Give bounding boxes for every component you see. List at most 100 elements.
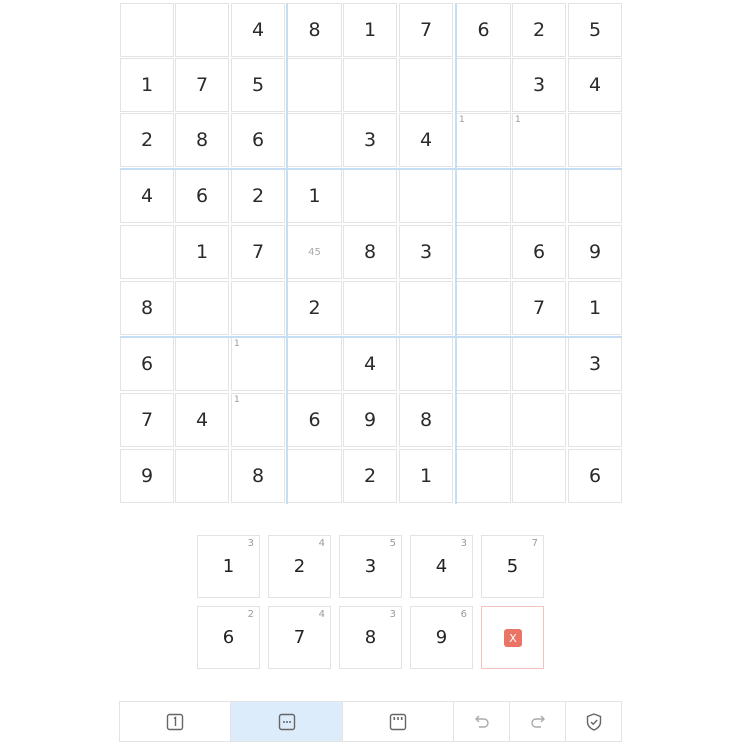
cell-value [176, 4, 228, 56]
board-cell-r7c6[interactable] [399, 337, 453, 391]
board-cell-r2c3[interactable]: 5 [231, 58, 285, 112]
board-cell-r8c8[interactable] [512, 393, 566, 447]
board-cell-r5c9[interactable]: 9 [568, 225, 622, 279]
board-cell-r7c1[interactable]: 6 [120, 337, 174, 391]
board-cell-r9c4[interactable] [287, 449, 342, 503]
board-cell-r7c3[interactable]: 1 [231, 337, 285, 391]
board-cell-r1c6[interactable]: 7 [399, 3, 453, 57]
board-cell-r8c3[interactable]: 1 [231, 393, 285, 447]
board-cell-r3c7[interactable]: 1 [456, 113, 511, 167]
board-cell-r3c9[interactable] [568, 113, 622, 167]
board-cell-r8c6[interactable]: 8 [399, 393, 453, 447]
board-cell-r3c1[interactable]: 2 [120, 113, 174, 167]
digit-key-8[interactable]: 83 [339, 606, 402, 669]
board-cell-r1c1[interactable] [120, 3, 174, 57]
board-cell-r9c5[interactable]: 2 [343, 449, 397, 503]
board-cell-r3c8[interactable]: 1 [512, 113, 566, 167]
board-cell-r1c8[interactable]: 2 [512, 3, 566, 57]
board-cell-r4c5[interactable] [343, 169, 397, 223]
redo-button[interactable] [510, 702, 566, 741]
board-cell-r2c7[interactable] [456, 58, 511, 112]
board-cell-r3c3[interactable]: 6 [231, 113, 285, 167]
board-cell-r7c5[interactable]: 4 [343, 337, 397, 391]
digit-key-4[interactable]: 43 [410, 535, 473, 598]
board-cell-r2c1[interactable]: 1 [120, 58, 174, 112]
board-cell-r5c5[interactable]: 8 [343, 225, 397, 279]
board-cell-r2c4[interactable] [287, 58, 342, 112]
board-cell-r6c2[interactable] [175, 281, 229, 335]
digit-key-6[interactable]: 62 [197, 606, 260, 669]
board-cell-r8c5[interactable]: 9 [343, 393, 397, 447]
corner-note-mode-button[interactable] [231, 702, 343, 741]
board-cell-r1c5[interactable]: 1 [343, 3, 397, 57]
board-cell-r5c6[interactable]: 3 [399, 225, 453, 279]
board-cell-r5c3[interactable]: 7 [231, 225, 285, 279]
board-cell-r1c3[interactable]: 4 [231, 3, 285, 57]
board-cell-r4c3[interactable]: 2 [231, 169, 285, 223]
board-cell-r2c2[interactable]: 7 [175, 58, 229, 112]
board-cell-r8c9[interactable] [568, 393, 622, 447]
board-cell-r6c8[interactable]: 7 [512, 281, 566, 335]
board-cell-r1c9[interactable]: 5 [568, 3, 622, 57]
board-cell-r9c3[interactable]: 8 [231, 449, 285, 503]
board-cell-r4c2[interactable]: 6 [175, 169, 229, 223]
board-cell-r9c6[interactable]: 1 [399, 449, 453, 503]
undo-button[interactable] [454, 702, 510, 741]
cell-value: 6 [308, 409, 321, 431]
board-cell-r3c2[interactable]: 8 [175, 113, 229, 167]
board-cell-r1c4[interactable]: 8 [287, 3, 342, 57]
check-button[interactable] [566, 702, 621, 741]
board-cell-r3c5[interactable]: 3 [343, 113, 397, 167]
board-cell-r6c3[interactable] [231, 281, 285, 335]
board-cell-r3c4[interactable] [287, 113, 342, 167]
board-cell-r9c9[interactable]: 6 [568, 449, 622, 503]
digit-key-5[interactable]: 57 [481, 535, 544, 598]
board-cell-r6c1[interactable]: 8 [120, 281, 174, 335]
erase-button[interactable]: X [481, 606, 544, 669]
board-cell-r6c6[interactable] [399, 281, 453, 335]
board-cell-r3c6[interactable]: 4 [399, 113, 453, 167]
digit-key-3[interactable]: 35 [339, 535, 402, 598]
board-cell-r6c9[interactable]: 1 [568, 281, 622, 335]
board-cell-r2c5[interactable] [343, 58, 397, 112]
board-cell-r8c7[interactable] [456, 393, 511, 447]
board-cell-r7c4[interactable] [287, 337, 342, 391]
board-cell-r7c2[interactable] [175, 337, 229, 391]
board-cell-r1c2[interactable] [175, 3, 229, 57]
board-cell-r8c2[interactable]: 4 [175, 393, 229, 447]
digit-key-1[interactable]: 13 [197, 535, 260, 598]
board-cell-r9c7[interactable] [456, 449, 511, 503]
digit-key-7[interactable]: 74 [268, 606, 331, 669]
board-cell-r7c7[interactable] [456, 337, 511, 391]
board-cell-r4c8[interactable] [512, 169, 566, 223]
board-cell-r9c2[interactable] [175, 449, 229, 503]
board-cell-r5c7[interactable] [456, 225, 511, 279]
center-note-mode-button[interactable] [343, 702, 454, 741]
board-cell-r2c9[interactable]: 4 [568, 58, 622, 112]
board-cell-r5c2[interactable]: 1 [175, 225, 229, 279]
board-cell-r8c4[interactable]: 6 [287, 393, 342, 447]
digit-key-9[interactable]: 96 [410, 606, 473, 669]
board-cell-r9c8[interactable] [512, 449, 566, 503]
board-cell-r9c1[interactable]: 9 [120, 449, 174, 503]
dots-box-icon [278, 713, 296, 731]
normal-mode-button[interactable] [120, 702, 231, 741]
board-cell-r4c9[interactable] [568, 169, 622, 223]
board-cell-r4c1[interactable]: 4 [120, 169, 174, 223]
board-cell-r7c9[interactable]: 3 [568, 337, 622, 391]
board-cell-r5c1[interactable] [120, 225, 174, 279]
board-cell-r2c8[interactable]: 3 [512, 58, 566, 112]
board-cell-r4c6[interactable] [399, 169, 453, 223]
board-cell-r5c8[interactable]: 6 [512, 225, 566, 279]
board-cell-r4c4[interactable]: 1 [287, 169, 342, 223]
board-cell-r8c1[interactable]: 7 [120, 393, 174, 447]
board-cell-r7c8[interactable] [512, 337, 566, 391]
board-cell-r6c4[interactable]: 2 [287, 281, 342, 335]
board-cell-r4c7[interactable] [456, 169, 511, 223]
digit-key-2[interactable]: 24 [268, 535, 331, 598]
board-cell-r6c5[interactable] [343, 281, 397, 335]
board-cell-r6c7[interactable] [456, 281, 511, 335]
board-cell-r2c6[interactable] [399, 58, 453, 112]
board-cell-r1c7[interactable]: 6 [456, 3, 511, 57]
board-cell-r5c4[interactable]: 45 [287, 225, 342, 279]
